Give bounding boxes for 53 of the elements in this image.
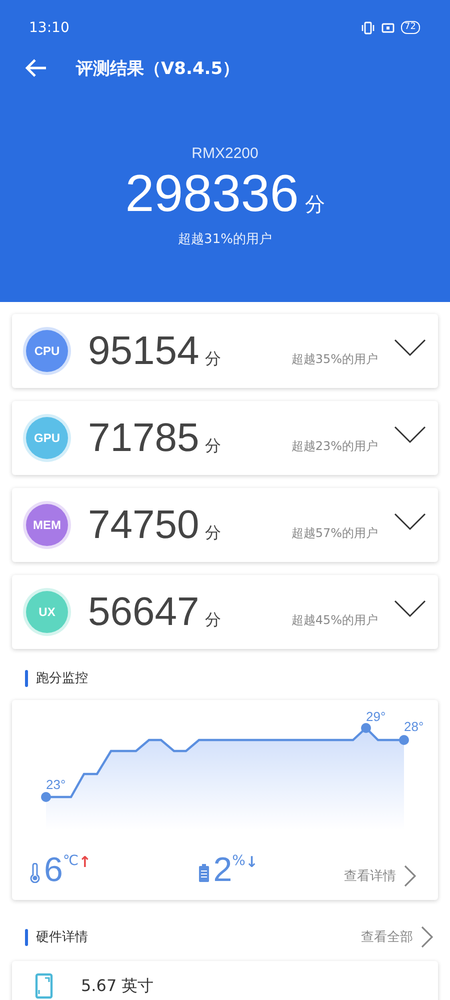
temperature-label: 28° (404, 720, 424, 733)
expand-icon[interactable] (394, 513, 426, 531)
temperature-label: 23° (46, 778, 66, 791)
category-rank: 超越45%的用户 (291, 612, 378, 629)
category-badge: CPU (26, 330, 68, 372)
score-card[interactable]: UX 56647 分 超越45%的用户 (12, 575, 438, 649)
category-badge: GPU (26, 417, 68, 459)
battery-drop: 2 (213, 853, 232, 887)
thermometer-icon (29, 863, 41, 883)
details-link[interactable]: 查看详情 (344, 865, 416, 887)
screen-size: 5.67 英寸 (81, 976, 154, 996)
temperature-unit: ℃ (62, 853, 79, 869)
drop-arrow: ↓ (245, 853, 258, 871)
category-badge: MEM (26, 504, 68, 546)
section-title: 跑分监控 (36, 670, 88, 687)
expand-icon[interactable] (394, 426, 426, 444)
category-badge: UX (26, 591, 68, 633)
category-score: 56647 (88, 590, 200, 634)
temperature-rise: 6 (44, 853, 63, 887)
battery-indicator: 72 (400, 21, 420, 34)
score-unit: 分 (205, 610, 222, 631)
section-title: 硬件详情 (36, 929, 88, 946)
category-rank: 超越57%的用户 (291, 525, 378, 542)
category-score: 95154 (88, 328, 200, 374)
sim-icon (380, 20, 395, 34)
score-card[interactable]: MEM 74750 分 超越57%的用户 (12, 488, 438, 562)
score-unit: 分 (205, 436, 222, 457)
battery-icon (198, 863, 210, 883)
vibrate-icon (360, 20, 375, 34)
chevron-right-icon (421, 926, 433, 948)
category-rank: 超越35%的用户 (291, 351, 378, 368)
score-card[interactable]: GPU 71785 分 超越23%的用户 (12, 401, 438, 475)
page-title: 评测结果（V8.4.5） (76, 58, 240, 80)
score-unit: 分 (205, 349, 222, 370)
score-unit: 分 (304, 191, 325, 218)
view-all-link[interactable]: 查看全部 (361, 926, 433, 948)
score-card[interactable]: CPU 95154 分 超越35%的用户 (12, 314, 438, 388)
device-model: RMX2200 (192, 145, 258, 162)
category-rank: 超越23%的用户 (291, 438, 378, 455)
battery-unit: % (232, 853, 246, 869)
chevron-right-icon (404, 865, 416, 887)
total-score: 298336 (125, 164, 299, 224)
score-unit: 分 (205, 523, 222, 544)
expand-icon[interactable] (394, 339, 426, 357)
screen-icon (35, 973, 53, 999)
rise-arrow: ↑ (78, 853, 92, 871)
category-score: 71785 (88, 416, 200, 460)
temperature-label: 29° (366, 710, 386, 723)
total-rank: 超越31%的用户 (178, 231, 272, 248)
expand-icon[interactable] (394, 600, 426, 618)
status-time: 13:10 (29, 20, 70, 36)
category-score: 74750 (88, 502, 200, 548)
back-icon[interactable] (25, 59, 47, 77)
